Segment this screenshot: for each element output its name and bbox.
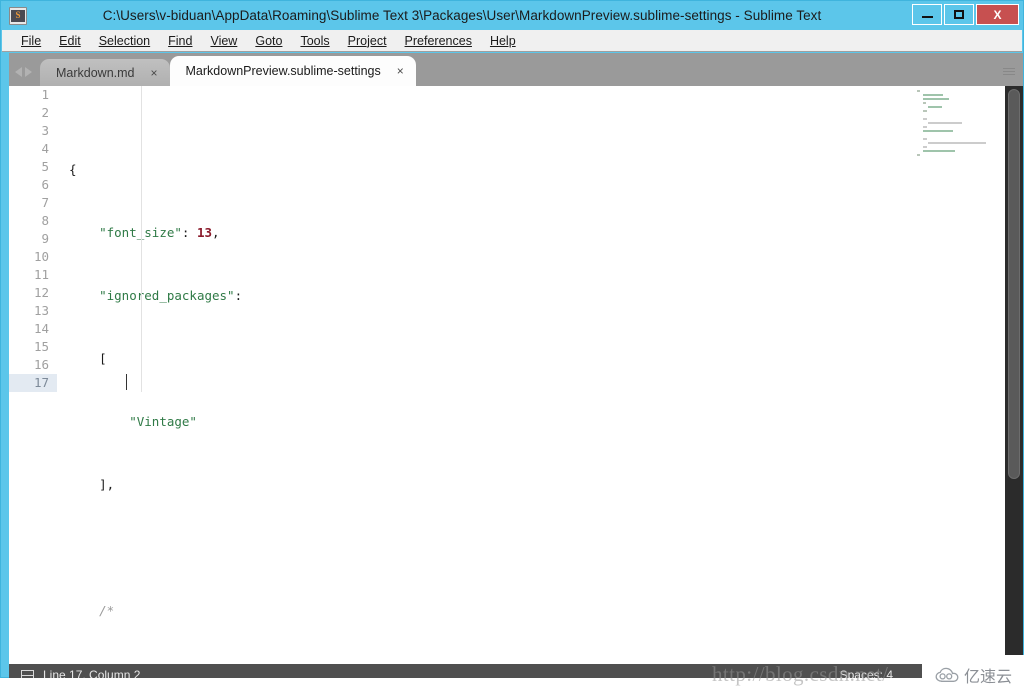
menu-item-help[interactable]: Help: [481, 32, 525, 50]
line-number: 5: [41, 159, 49, 174]
tab-label: MarkdownPreview.sublime-settings: [185, 64, 381, 78]
token-key-ignored-packages: "ignored_packages": [99, 288, 235, 303]
line-number: 9: [41, 231, 49, 246]
line-number: 12: [33, 285, 49, 300]
token-bracket-close: ],: [99, 477, 115, 492]
vertical-scrollbar[interactable]: [1005, 86, 1023, 664]
maximize-icon: [954, 10, 964, 19]
minimize-icon: [921, 16, 933, 18]
line-number: 10: [33, 249, 49, 264]
line-number: 3: [41, 123, 49, 138]
minimize-button[interactable]: [912, 4, 942, 25]
line-number: 1: [41, 87, 49, 102]
line-number: 4: [41, 141, 49, 156]
line-number: 15: [33, 339, 49, 354]
site-logo: 亿速云: [922, 655, 1024, 695]
tab-markdownpreview-sublime-settings[interactable]: MarkdownPreview.sublime-settings ×: [169, 56, 416, 86]
window-controls: X: [912, 4, 1019, 25]
code-content[interactable]: { "font_size": 13, "ignored_packages": […: [57, 86, 907, 664]
tab-navigation-arrows: [9, 67, 40, 86]
window-title: C:\Users\v-biduan\AppData\Roaming\Sublim…: [102, 8, 822, 23]
line-number: 14: [33, 321, 49, 336]
cloud-icon: [935, 667, 959, 682]
menu-item-project[interactable]: Project: [339, 32, 396, 50]
logo-strip: 亿速云: [0, 655, 1024, 695]
token-colon: :: [234, 288, 243, 303]
code-line-8[interactable]: /*: [57, 602, 907, 620]
code-line-5[interactable]: "Vintage": [57, 413, 907, 431]
line-number: 16: [33, 357, 49, 372]
menu-item-tools[interactable]: Tools: [291, 32, 338, 50]
nav-back-icon[interactable]: [15, 67, 22, 77]
minimap-row: [917, 153, 1005, 157]
tab-close-icon[interactable]: ×: [397, 65, 404, 77]
tab-label: Markdown.md: [56, 65, 135, 80]
line-number-current: 17: [9, 374, 57, 392]
menu-item-edit[interactable]: Edit: [50, 32, 90, 50]
maximize-button[interactable]: [944, 4, 974, 25]
text-cursor: [126, 374, 127, 390]
tab-bar: Markdown.md × MarkdownPreview.sublime-se…: [9, 53, 1023, 86]
line-number: 2: [41, 105, 49, 120]
tab-close-icon[interactable]: ×: [151, 67, 158, 79]
token-value-font-size: 13: [196, 225, 213, 240]
token-comma: ,: [212, 225, 220, 240]
code-line-4[interactable]: [: [57, 350, 907, 368]
menu-bar: File Edit Selection Find View Goto Tools…: [2, 30, 1022, 52]
logo-text: 亿速云: [963, 667, 1012, 686]
close-button[interactable]: X: [976, 4, 1019, 25]
editor-area[interactable]: 1 2 3 4 5 6 7 8 9 10 11 12 13 14 15 16 1…: [9, 86, 1023, 664]
token-comment-open: /*: [99, 603, 115, 618]
line-number-gutter: 1 2 3 4 5 6 7 8 9 10 11 12 13 14 15 16 1…: [9, 86, 57, 664]
code-line-2[interactable]: "font_size": 13,: [57, 224, 907, 242]
line-number: 11: [33, 267, 49, 282]
menu-item-preferences[interactable]: Preferences: [396, 32, 481, 50]
application-window: S C:\Users\v-biduan\AppData\Roaming\Subl…: [0, 0, 1024, 686]
code-line-6[interactable]: ],: [57, 476, 907, 494]
token-bracket-open: [: [99, 351, 107, 366]
line-number: 13: [33, 303, 49, 318]
scrollbar-thumb[interactable]: [1008, 89, 1020, 479]
menu-item-find[interactable]: Find: [159, 32, 201, 50]
tab-overflow-menu-icon[interactable]: [1003, 68, 1015, 77]
token-brace-open: {: [69, 162, 77, 177]
line-number: 8: [41, 213, 49, 228]
line-number: 6: [41, 177, 49, 192]
code-line-7[interactable]: [57, 539, 907, 557]
indent-guide: [141, 86, 142, 392]
menu-item-selection[interactable]: Selection: [90, 32, 159, 50]
line-number: 7: [41, 195, 49, 210]
title-bar: S C:\Users\v-biduan\AppData\Roaming\Subl…: [1, 1, 1023, 30]
menu-item-goto[interactable]: Goto: [246, 32, 291, 50]
nav-forward-icon[interactable]: [25, 67, 32, 77]
token-value-vintage: "Vintage": [129, 414, 197, 429]
menu-item-file[interactable]: File: [12, 32, 50, 50]
minimap[interactable]: [917, 86, 1005, 664]
menu-item-view[interactable]: View: [201, 32, 246, 50]
tab-markdown-md[interactable]: Markdown.md ×: [40, 59, 170, 86]
code-line-3[interactable]: "ignored_packages":: [57, 287, 907, 305]
code-line-1[interactable]: {: [57, 161, 907, 179]
token-colon: :: [181, 225, 190, 240]
